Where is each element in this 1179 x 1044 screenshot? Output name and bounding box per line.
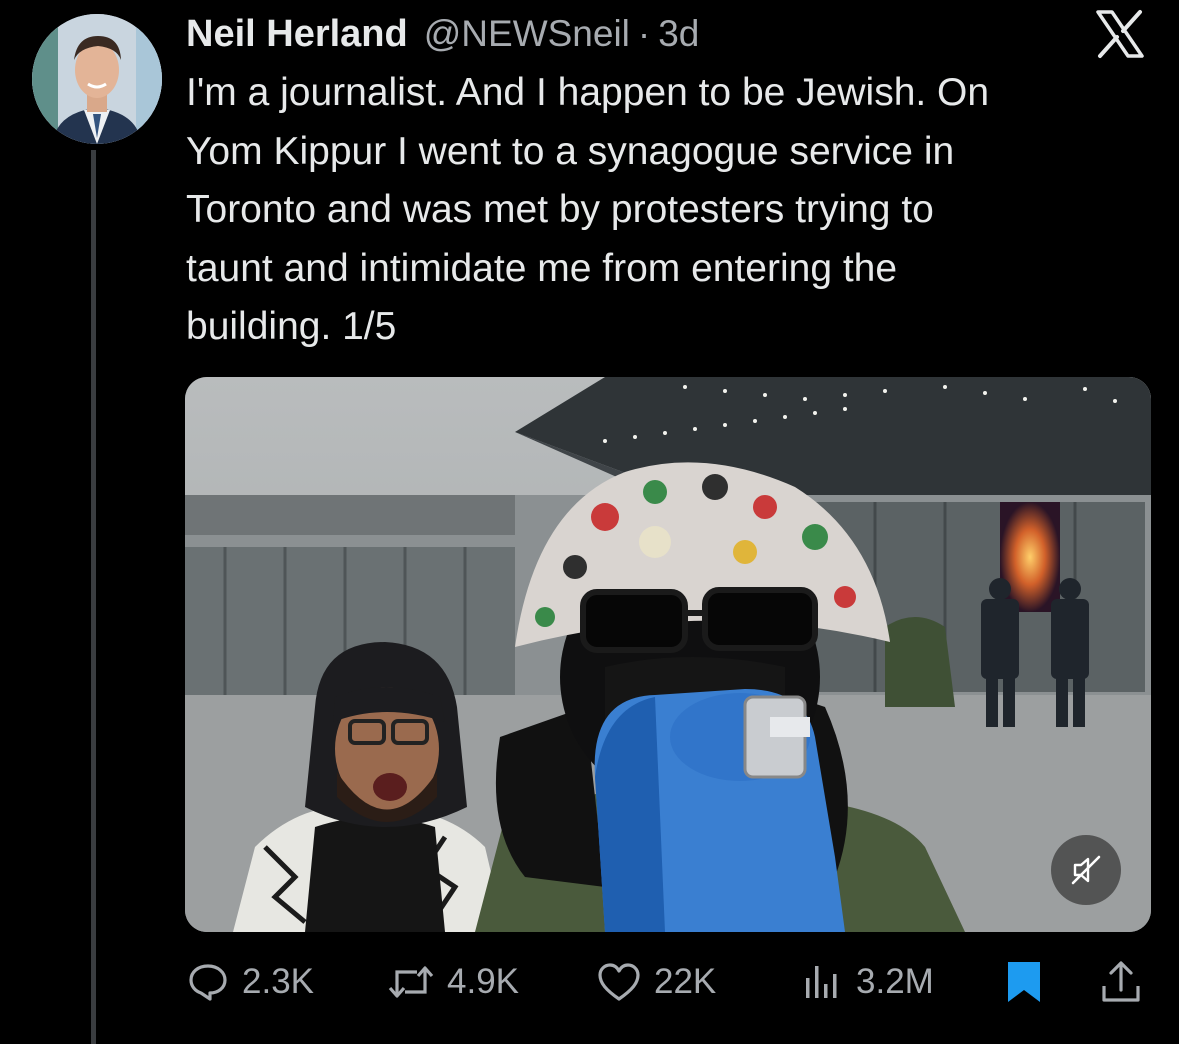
tweet-header: Neil Herland @NEWSneil · 3d (186, 6, 699, 62)
reply-button[interactable]: 2.3K (186, 952, 314, 1012)
share-upload-icon (1102, 961, 1140, 1002)
bookmark-button[interactable] (1002, 952, 1058, 1012)
muted-speaker-icon (1071, 855, 1101, 885)
share-button[interactable] (1098, 952, 1156, 1012)
x-logo-icon (1094, 8, 1146, 60)
thread-line (91, 150, 96, 1044)
retweet-arrows-icon (388, 966, 434, 998)
bar-chart-icon (806, 966, 837, 998)
avatar-image (32, 14, 162, 144)
tweet-timestamp[interactable]: 3d (658, 13, 699, 55)
heart-icon (598, 963, 640, 1001)
separator-dot: · (637, 13, 651, 54)
tweet-action-bar: 2.3K 4.9K 22K 3.2M (186, 952, 1151, 1012)
like-button[interactable]: 22K (596, 952, 716, 1012)
retweet-button[interactable]: 4.9K (387, 952, 519, 1012)
author-name[interactable]: Neil Herland (186, 13, 408, 56)
views-button[interactable]: 3.2M (800, 952, 934, 1012)
reply-count: 2.3K (242, 962, 314, 1001)
reply-bubble-icon (189, 964, 227, 1001)
author-avatar[interactable] (32, 14, 162, 144)
tweet: Neil Herland @NEWSneil · 3d I'm a journa… (0, 0, 1179, 1044)
author-handle[interactable]: @NEWSneil (424, 13, 630, 55)
video-frame (185, 377, 1151, 932)
mute-toggle-button[interactable] (1051, 835, 1121, 905)
like-count: 22K (654, 962, 717, 1001)
retweet-count: 4.9K (447, 962, 519, 1001)
view-count: 3.2M (856, 962, 934, 1001)
tweet-video[interactable] (185, 377, 1151, 932)
bookmark-icon (1008, 962, 1040, 1002)
tweet-text: I'm a journalist. And I happen to be Jew… (186, 71, 990, 348)
